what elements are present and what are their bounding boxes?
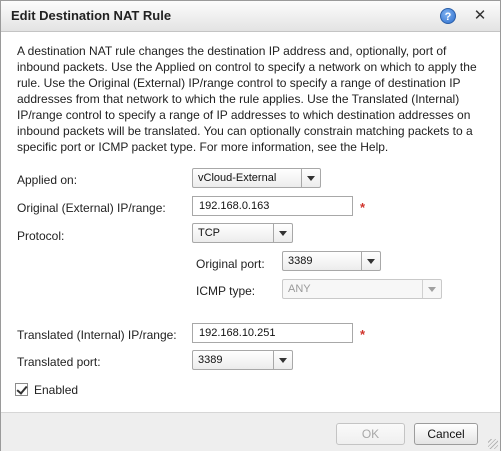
icmp-type-label: ICMP type: xyxy=(196,284,256,298)
chevron-down-icon xyxy=(301,169,320,187)
translated-ip-input[interactable]: 192.168.10.251 xyxy=(192,323,353,343)
translated-ip-label: Translated (Internal) IP/range: xyxy=(17,328,177,342)
original-ip-label: Original (External) IP/range: xyxy=(17,201,166,215)
chevron-down-icon xyxy=(422,280,441,298)
original-ip-input[interactable]: 192.168.0.163 xyxy=(192,196,353,216)
dialog-titlebar[interactable]: Edit Destination NAT Rule ? ✕ xyxy=(1,1,500,32)
protocol-select[interactable]: TCP xyxy=(192,223,293,243)
chevron-down-icon xyxy=(273,224,292,242)
chevron-down-icon xyxy=(273,351,292,369)
enabled-checkbox[interactable] xyxy=(15,383,28,396)
translated-port-value: 3389 xyxy=(198,354,223,366)
protocol-label: Protocol: xyxy=(17,229,65,243)
dialog-content: A destination NAT rule changes the desti… xyxy=(1,32,500,412)
chevron-down-icon xyxy=(361,252,380,270)
icmp-type-select[interactable]: ANY xyxy=(282,279,442,299)
ok-button[interactable]: OK xyxy=(336,423,405,445)
protocol-value: TCP xyxy=(198,227,220,239)
edit-nat-rule-dialog: Edit Destination NAT Rule ? ✕ A destinat… xyxy=(0,0,501,451)
dialog-footer: OK Cancel xyxy=(1,412,500,451)
original-port-label: Original port: xyxy=(196,257,265,271)
applied-on-label: Applied on: xyxy=(17,173,78,187)
resize-grip-icon[interactable] xyxy=(488,439,498,449)
cancel-button[interactable]: Cancel xyxy=(414,423,478,445)
help-icon[interactable]: ? xyxy=(440,8,456,24)
dialog-title: Edit Destination NAT Rule xyxy=(11,8,172,23)
dialog-description: A destination NAT rule changes the desti… xyxy=(17,44,477,154)
translated-port-combo[interactable]: 3389 xyxy=(192,350,293,370)
required-marker: * xyxy=(360,327,366,342)
enabled-label[interactable]: Enabled xyxy=(34,383,78,397)
original-port-value: 3389 xyxy=(288,255,313,267)
original-port-combo[interactable]: 3389 xyxy=(282,251,381,271)
required-marker: * xyxy=(360,200,366,215)
close-icon[interactable]: ✕ xyxy=(471,7,489,25)
icmp-type-value: ANY xyxy=(288,283,311,295)
translated-port-label: Translated port: xyxy=(17,355,101,369)
applied-on-select[interactable]: vCloud-External xyxy=(192,168,321,188)
applied-on-value: vCloud-External xyxy=(198,172,277,184)
